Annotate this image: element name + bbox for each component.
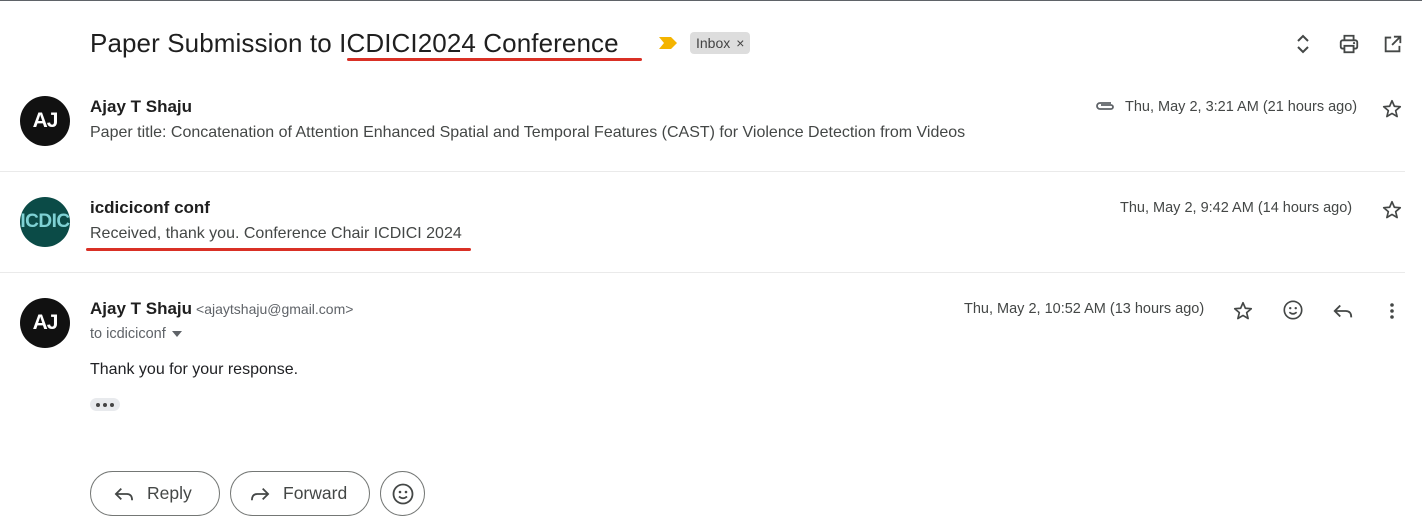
sender-email: <ajaytshaju@gmail.com> (196, 301, 354, 317)
star-icon[interactable] (1231, 299, 1255, 323)
emoji-reaction-button[interactable] (380, 471, 425, 516)
emoji-icon (392, 483, 413, 504)
sender-name: Ajay T Shaju (90, 97, 193, 116)
message-divider (0, 171, 1405, 172)
reply-icon[interactable] (1331, 299, 1355, 323)
message-snippet[interactable]: Paper title: Concatenation of Attention … (90, 124, 965, 142)
print-icon[interactable] (1337, 32, 1361, 56)
reply-button[interactable]: Reply (90, 471, 220, 516)
forward-button[interactable]: Forward (230, 471, 370, 516)
label-text: Inbox (696, 35, 731, 51)
message-date: Thu, May 2, 3:21 AM (21 hours ago) (1125, 99, 1358, 115)
message-snippet[interactable]: Received, thank you. Conference Chair IC… (90, 225, 462, 243)
more-vert-icon[interactable] (1380, 299, 1404, 323)
avatar[interactable]: ICDIC (20, 197, 70, 247)
sender-name: Ajay T Shaju <ajaytshaju@gmail.com> (90, 299, 353, 319)
reply-label: Reply (147, 483, 192, 503)
recipient-text: to icdiciconf (90, 326, 166, 342)
inbox-label-chip: Inbox × (690, 32, 751, 54)
emoji-icon[interactable] (1281, 298, 1305, 322)
forward-label: Forward (283, 483, 348, 503)
forward-icon (249, 485, 271, 503)
important-marker-icon[interactable] (659, 37, 677, 49)
thread-subject: Paper Submission to ICDICI2024 Conferenc… (90, 28, 619, 58)
star-icon[interactable] (1380, 198, 1404, 222)
message-date: Thu, May 2, 10:52 AM (13 hours ago) (964, 301, 1205, 317)
message-date: Thu, May 2, 9:42 AM (14 hours ago) (1120, 200, 1353, 216)
open-new-window-icon[interactable] (1381, 32, 1405, 56)
top-border (0, 0, 1422, 1)
attachment-icon (1093, 94, 1117, 118)
sender-name: icdiciconf conf (90, 198, 210, 217)
message-divider (0, 272, 1405, 273)
avatar[interactable]: AJ (20, 96, 70, 146)
message-body: Thank you for your response. (90, 361, 299, 378)
avatar[interactable]: AJ (20, 298, 70, 348)
annotation-underline-subject (347, 58, 642, 61)
reply-icon (113, 485, 135, 503)
expand-collapse-icon[interactable] (1291, 32, 1315, 56)
annotation-underline-snippet (86, 248, 471, 251)
sender-name-text: Ajay T Shaju (90, 299, 193, 318)
recipient-line[interactable]: to icdiciconf (90, 326, 182, 342)
star-icon[interactable] (1380, 97, 1404, 121)
dropdown-icon[interactable] (171, 331, 182, 337)
remove-label-button[interactable]: × (736, 35, 744, 51)
show-trimmed-content-button[interactable] (90, 398, 120, 411)
